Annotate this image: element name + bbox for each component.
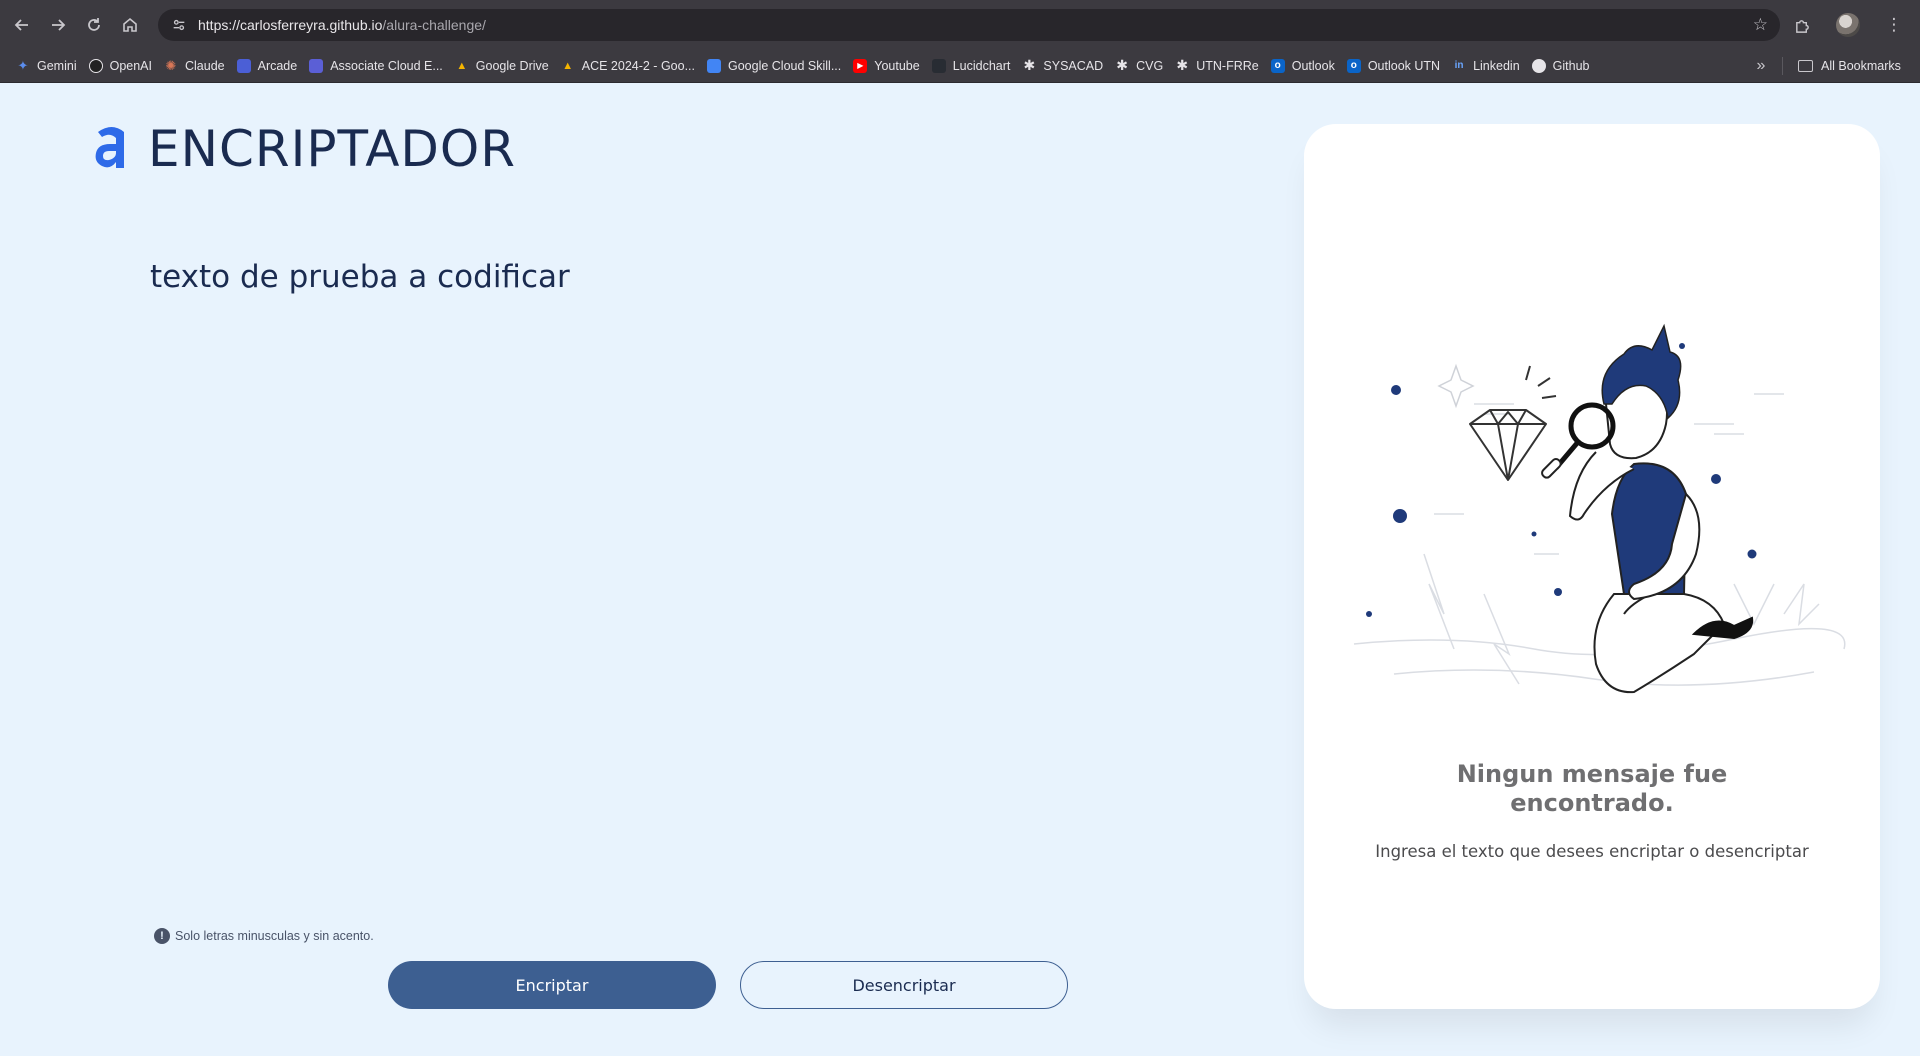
- profile-avatar[interactable]: [1830, 7, 1866, 43]
- extensions-icon[interactable]: [1784, 7, 1820, 43]
- reload-icon[interactable]: [76, 7, 112, 43]
- info-icon: !: [154, 928, 170, 944]
- menu-kebab-icon[interactable]: ⋮: [1876, 7, 1912, 43]
- bookmark-item[interactable]: ▲ Google Drive: [451, 53, 557, 79]
- github-icon: [1531, 58, 1546, 73]
- bookmark-item[interactable]: ▲ ACE 2024-2 - Goo...: [557, 53, 703, 79]
- youtube-icon: ▶: [853, 58, 868, 73]
- bookmark-item[interactable]: Arcade: [233, 53, 306, 79]
- utn-icon: ✱: [1022, 57, 1037, 73]
- hint-text: Solo letras minusculas y sin acento.: [175, 929, 374, 943]
- outlook-icon: o: [1270, 58, 1285, 73]
- bookmark-label: Outlook UTN: [1367, 58, 1441, 73]
- bookmark-item[interactable]: Associate Cloud E...: [305, 53, 451, 79]
- bookmark-label: Claude: [184, 58, 225, 73]
- bookmark-label: CVG: [1136, 58, 1164, 73]
- result-subtitle: Ingresa el texto que desees encriptar o …: [1375, 842, 1809, 861]
- bookmark-item[interactable]: ✱ UTN-FRRe: [1171, 53, 1267, 79]
- bookmark-label: Outlook: [1291, 58, 1335, 73]
- bookmark-label: ACE 2024-2 - Goo...: [581, 58, 695, 73]
- bookmark-label: Google Drive: [475, 58, 549, 73]
- input-hint: ! Solo letras minusculas y sin acento.: [154, 928, 374, 944]
- bookmark-label: SYSACAD: [1043, 58, 1104, 73]
- bookmark-star-icon[interactable]: ☆: [1753, 15, 1768, 35]
- bookmark-item[interactable]: in Linkedin: [1448, 53, 1528, 79]
- utn-icon: ✱: [1115, 57, 1130, 73]
- linkedin-icon: in: [1454, 60, 1464, 71]
- drive-icon: ▲: [562, 59, 574, 72]
- all-bookmarks-label: All Bookmarks: [1821, 59, 1901, 73]
- all-bookmarks-button[interactable]: All Bookmarks: [1798, 53, 1901, 79]
- forward-icon[interactable]: [40, 7, 76, 43]
- bookmarks-separator: [1782, 57, 1783, 75]
- drive-icon: ▲: [456, 59, 468, 72]
- bookmark-label: Linkedin: [1473, 58, 1520, 73]
- url-path: /alura-challenge/: [382, 17, 486, 33]
- bookmark-item[interactable]: ▶ Youtube: [849, 53, 927, 79]
- url-text: https://carlosferreyra.github.io/alura-c…: [198, 17, 486, 33]
- result-panel: Ningun mensaje fue encontrado. Ingresa e…: [1304, 124, 1880, 1009]
- bookmark-item[interactable]: ✱ SYSACAD: [1018, 53, 1111, 79]
- browser-toolbar: https://carlosferreyra.github.io/alura-c…: [0, 0, 1920, 49]
- bookmark-item[interactable]: ✺ Claude: [160, 53, 233, 79]
- lucidchart-icon: [931, 58, 946, 73]
- avatar: [1836, 13, 1860, 37]
- address-bar[interactable]: https://carlosferreyra.github.io/alura-c…: [158, 9, 1780, 41]
- bookmark-item[interactable]: Google Cloud Skill...: [703, 53, 849, 79]
- bookmark-item[interactable]: Lucidchart: [928, 53, 1019, 79]
- folder-icon: [1798, 60, 1813, 72]
- bookmark-label: Lucidchart: [952, 58, 1011, 73]
- magnifier-person-illustration-icon: [1353, 323, 1846, 694]
- result-title: Ningun mensaje fue encontrado.: [1456, 760, 1728, 817]
- outlook-icon: o: [1346, 58, 1361, 73]
- bookmark-item[interactable]: Github: [1528, 53, 1598, 79]
- toolbar-actions: ⋮: [1784, 7, 1912, 43]
- bookmark-label: Arcade: [257, 58, 298, 73]
- bookmark-item[interactable]: ✱ CVG: [1111, 53, 1171, 79]
- url-host: https://carlosferreyra.github.io: [198, 17, 383, 33]
- alura-logo-icon: [95, 127, 124, 168]
- message-input[interactable]: texto de prueba a codificar: [150, 256, 1230, 896]
- bookmark-label: Google Cloud Skill...: [728, 58, 842, 73]
- bookmark-label: Youtube: [874, 58, 920, 73]
- bookmark-item[interactable]: o Outlook UTN: [1343, 53, 1448, 79]
- bookmark-label: Github: [1552, 58, 1590, 73]
- back-icon[interactable]: [4, 7, 40, 43]
- openai-icon: [88, 58, 103, 73]
- encrypt-button[interactable]: Encriptar: [388, 961, 716, 1009]
- bookmark-item[interactable]: ✦ Gemini: [12, 53, 85, 79]
- claude-icon: ✺: [165, 57, 177, 73]
- cloud-icon: [707, 58, 721, 73]
- bookmark-label: Associate Cloud E...: [330, 58, 443, 73]
- list-icon: [309, 58, 324, 73]
- gemini-icon: ✦: [17, 57, 29, 73]
- bookmarks-bar: ✦ Gemini OpenAI ✺ Claude Arcade Associate Clou…: [0, 49, 1920, 83]
- utn-icon: ✱: [1175, 57, 1190, 73]
- decrypt-button[interactable]: Desencriptar: [740, 961, 1068, 1009]
- bookmark-label: Gemini: [37, 58, 77, 73]
- bookmark-item[interactable]: OpenAI: [85, 53, 160, 79]
- bookmark-label: OpenAI: [109, 58, 152, 73]
- home-icon[interactable]: [112, 7, 148, 43]
- bookmarks-overflow-icon[interactable]: »: [1748, 53, 1774, 79]
- bookmark-item[interactable]: o Outlook: [1267, 53, 1343, 79]
- arcade-icon: [236, 58, 251, 73]
- brand-title: ENCRIPTADOR: [148, 120, 517, 178]
- bookmark-label: UTN-FRRe: [1196, 58, 1259, 73]
- site-settings-icon[interactable]: [170, 16, 188, 34]
